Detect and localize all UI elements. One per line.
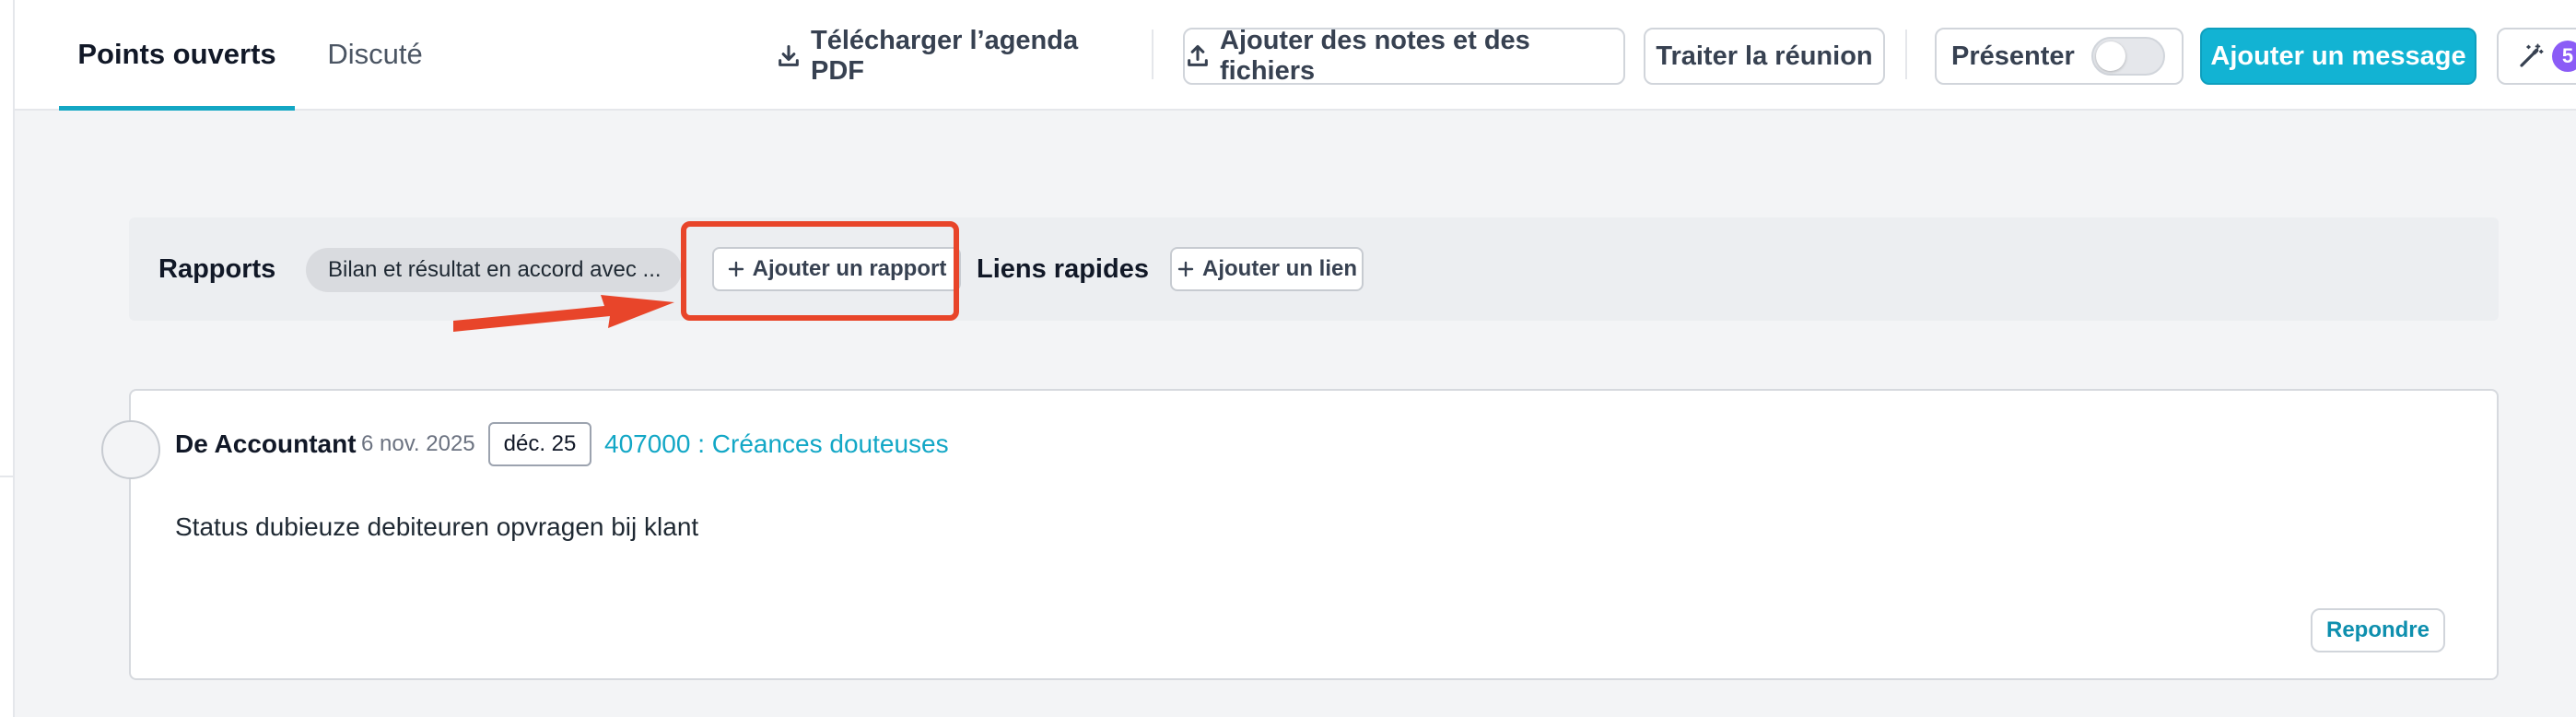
left-divider	[0, 476, 13, 477]
tab-discussed-label: Discuté	[327, 38, 423, 70]
message-author: De Accountant	[175, 429, 357, 458]
download-pdf-label: Télécharger l’agenda PDF	[811, 26, 1079, 86]
avatar	[101, 420, 160, 479]
tab-open-points[interactable]: Points ouverts	[59, 0, 295, 111]
quick-links-label: Liens rapides	[977, 253, 1149, 284]
ai-count-badge: 5	[2552, 41, 2576, 72]
add-message-button[interactable]: Ajouter un message	[2200, 28, 2476, 85]
active-tab-underline	[59, 106, 295, 111]
top-bar: Points ouverts Discuté Télécharger l’age…	[15, 0, 2576, 111]
add-notes-files-button[interactable]: Ajouter des notes et des fichiers	[1183, 26, 1625, 86]
add-message-label: Ajouter un message	[2210, 41, 2466, 71]
report-chip-label: Bilan et résultat en accord avec ...	[328, 257, 662, 282]
toolbar-separator	[1152, 29, 1153, 79]
toolbar-separator	[1905, 29, 1907, 79]
period-badge: déc. 25	[488, 422, 591, 466]
reply-button[interactable]: Repondre	[2311, 608, 2445, 652]
present-button[interactable]: Présenter	[1935, 28, 2184, 85]
report-chip[interactable]: Bilan et résultat en accord avec ...	[306, 248, 682, 292]
download-icon	[776, 43, 802, 69]
tab-open-points-label: Points ouverts	[77, 38, 276, 70]
process-meeting-button[interactable]: Traiter la réunion	[1644, 28, 1885, 85]
annotation-highlight-box	[681, 221, 959, 321]
reports-label: Rapports	[158, 253, 276, 284]
message-body: Status dubieuze debiteuren opvragen bij …	[175, 512, 699, 541]
plus-icon	[1177, 260, 1195, 278]
message-date: 6 nov. 2025	[361, 431, 475, 456]
magic-wand-icon	[2517, 42, 2545, 70]
process-meeting-label: Traiter la réunion	[1656, 41, 1873, 71]
tab-discussed[interactable]: Discuté	[315, 0, 435, 109]
add-notes-files-label: Ajouter des notes et des fichiers	[1220, 26, 1530, 86]
add-link-button[interactable]: Ajouter un lien	[1170, 247, 1364, 291]
ai-assistant-button[interactable]: 5	[2497, 28, 2576, 85]
present-label: Présenter	[1951, 41, 2075, 71]
present-toggle[interactable]	[2090, 37, 2165, 76]
annotation-arrow	[453, 291, 682, 347]
add-link-label: Ajouter un lien	[1202, 256, 1357, 281]
account-link[interactable]: 407000 : Créances douteuses	[604, 429, 949, 459]
upload-icon	[1185, 43, 1211, 69]
toggle-knob	[2095, 41, 2125, 71]
download-pdf-button[interactable]: Télécharger l’agenda PDF	[776, 26, 1126, 86]
